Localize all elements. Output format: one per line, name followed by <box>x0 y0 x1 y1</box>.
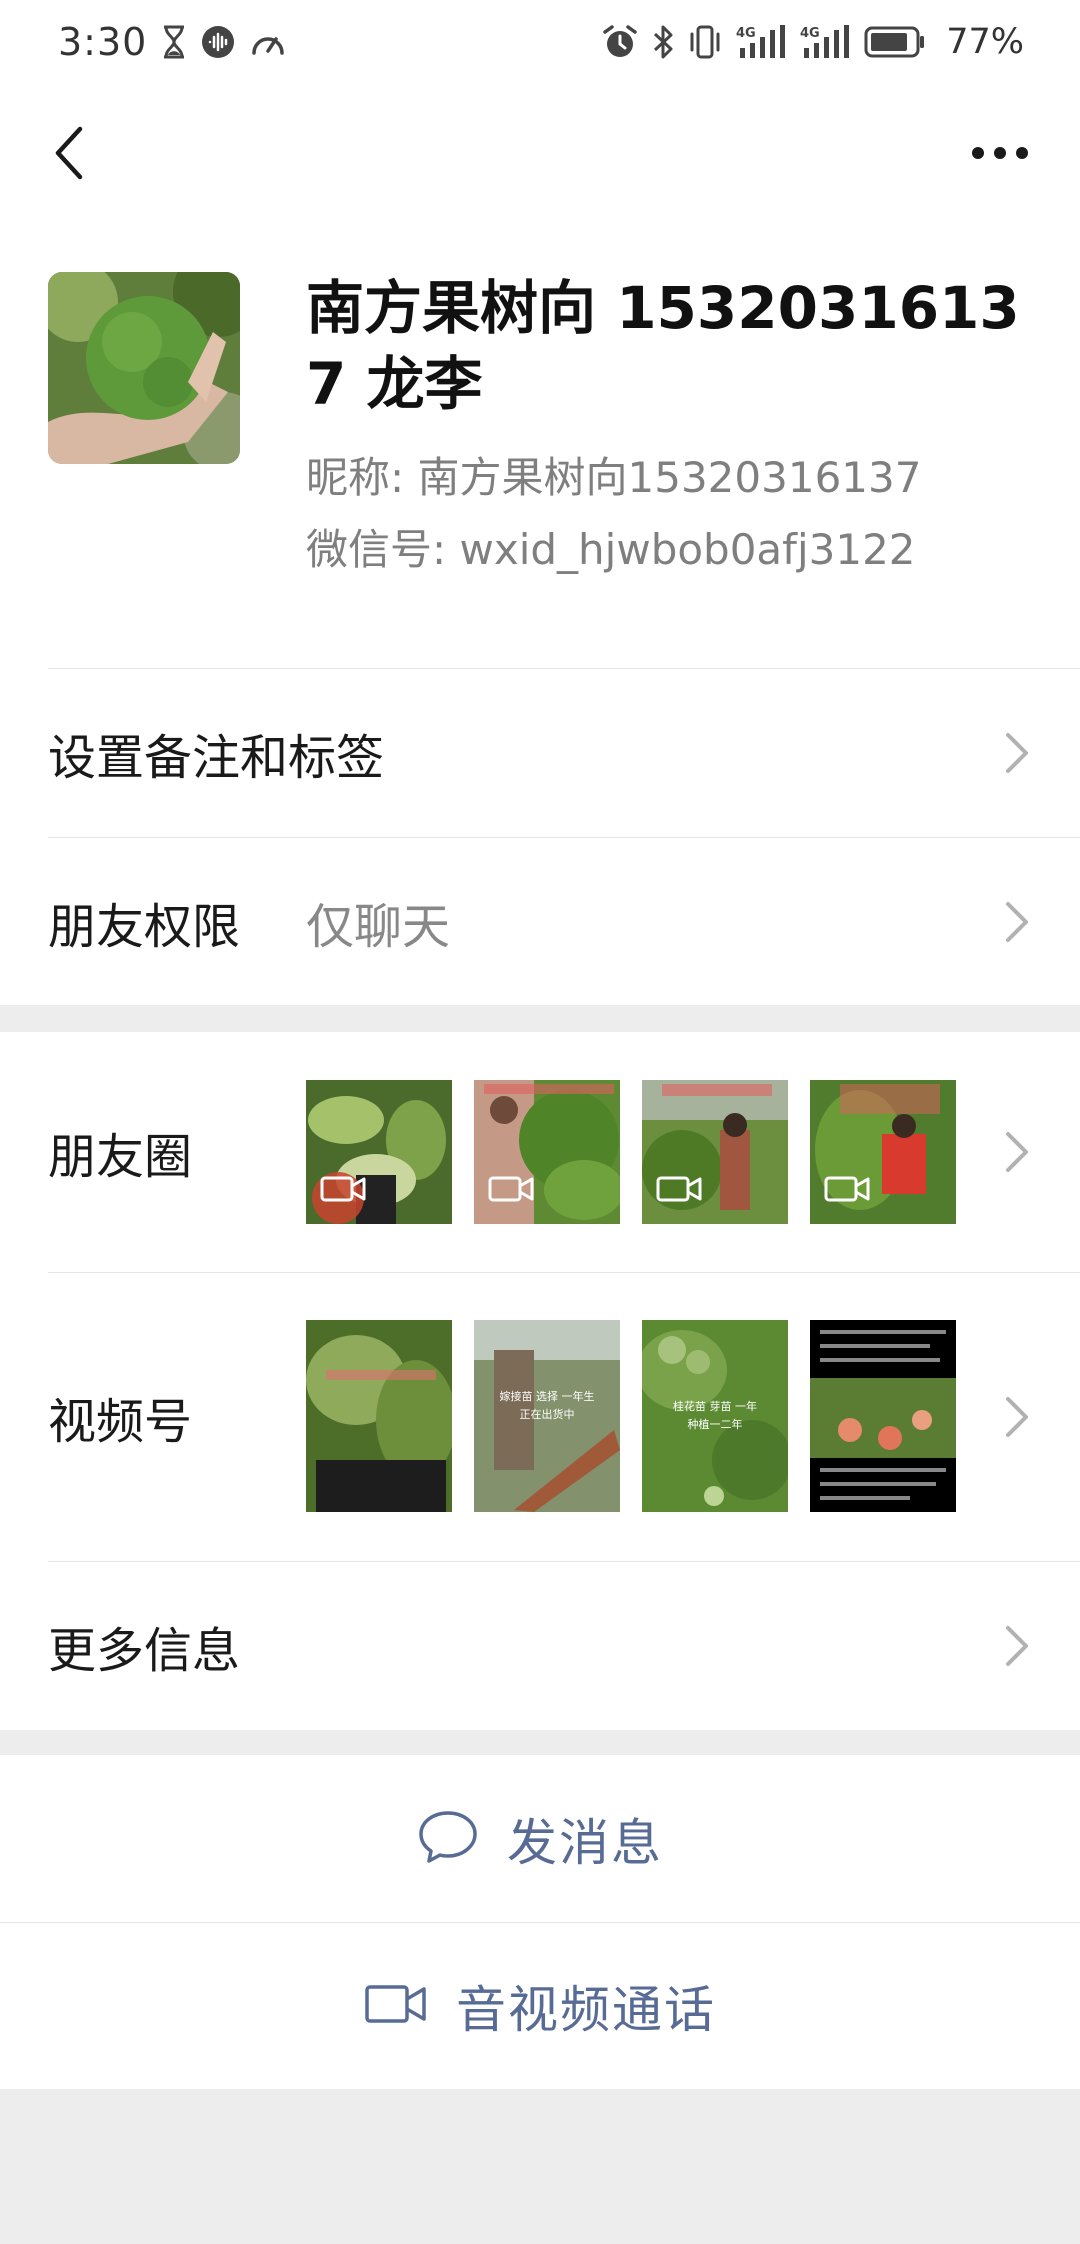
svg-text:桂花苗 芽苗 一年: 桂花苗 芽苗 一年 <box>673 1399 757 1413</box>
moments-thumbnail[interactable] <box>810 1080 956 1224</box>
video-camera-icon <box>488 1174 534 1208</box>
chevron-left-icon <box>50 123 90 187</box>
remark-tags-label: 设置备注和标签 <box>48 730 385 786</box>
battery-percent: 77% <box>946 22 1024 62</box>
status-bar: 3:30 4G 4G 77% <box>0 0 1080 84</box>
bluetooth-icon <box>652 24 674 60</box>
friend-permissions-value: 仅聊天 <box>306 898 451 955</box>
moments-thumbnail[interactable] <box>306 1080 452 1224</box>
top-nav-bar <box>0 100 1080 210</box>
svg-text:种植一二年: 种植一二年 <box>688 1417 743 1431</box>
svg-text:4G: 4G <box>736 26 756 41</box>
channels-thumbnail[interactable] <box>306 1320 452 1512</box>
voice-wave-icon <box>201 25 235 59</box>
channels-thumbnail[interactable]: 嫁接苗 选择 一年生 正在出货中 <box>474 1320 620 1512</box>
wechat-id-label: 微信号: <box>306 525 447 574</box>
moments-thumbnail[interactable] <box>642 1080 788 1224</box>
chat-bubble-icon <box>417 1809 479 1869</box>
signal-4g-icon: 4G <box>800 24 850 60</box>
svg-text:嫁接苗 选择 一年生: 嫁接苗 选择 一年生 <box>500 1389 595 1403</box>
friend-permissions-label: 朋友权限 <box>48 898 241 955</box>
friend-permissions-row[interactable]: 朋友权限 仅聊天 <box>0 838 1080 1005</box>
send-message-button[interactable]: 发消息 <box>0 1755 1080 1923</box>
chevron-right-icon <box>1002 1395 1032 1439</box>
speed-meter-icon <box>249 25 287 59</box>
more-info-label: 更多信息 <box>48 1623 241 1679</box>
nickname-label: 昵称: <box>306 453 405 502</box>
remark-tags-row[interactable]: 设置备注和标签 <box>0 669 1080 837</box>
chevron-right-icon <box>1002 1624 1032 1668</box>
channels-thumbnail[interactable] <box>810 1320 956 1512</box>
contact-profile-page: 3:30 4G 4G 77% 南方果树向 15320316137 龙李 昵称: … <box>0 0 1080 2244</box>
voice-video-call-button[interactable]: 音视频通话 <box>0 1923 1080 2089</box>
battery-icon <box>864 25 926 59</box>
more-options-button[interactable] <box>950 115 1050 195</box>
more-info-row[interactable]: 更多信息 <box>0 1562 1080 1730</box>
moments-thumbnail[interactable] <box>474 1080 620 1224</box>
vibrate-icon <box>688 24 722 60</box>
wechat-id-value: wxid_hjwbob0afj3122 <box>459 525 916 574</box>
video-camera-icon <box>824 1174 870 1208</box>
chevron-right-icon <box>1002 1130 1032 1174</box>
hourglass-icon <box>161 25 187 59</box>
moments-label: 朋友圈 <box>48 1129 193 1185</box>
nickname-line: 昵称: 南方果树向15320316137 <box>306 444 921 505</box>
video-camera-icon <box>320 1174 366 1208</box>
nickname-value: 南方果树向15320316137 <box>417 453 922 502</box>
contact-display-name: 南方果树向 15320316137 龙李 <box>306 274 1020 418</box>
signal-4g-icon: 4G <box>736 24 786 60</box>
voice-video-call-label: 音视频通话 <box>456 1981 716 2039</box>
avatar[interactable] <box>48 272 240 464</box>
wechat-id-line[interactable]: 微信号: wxid_hjwbob0afj3122 <box>306 516 916 577</box>
chevron-right-icon <box>1002 900 1032 944</box>
svg-text:正在出货中: 正在出货中 <box>520 1407 575 1421</box>
channels-thumbnail[interactable]: 桂花苗 芽苗 一年 种植一二年 <box>642 1320 788 1512</box>
more-dots-icon <box>970 145 1030 165</box>
send-message-label: 发消息 <box>507 1814 663 1872</box>
channels-label: 视频号 <box>48 1394 193 1450</box>
video-camera-icon <box>656 1174 702 1208</box>
alarm-icon <box>602 24 638 60</box>
back-button[interactable] <box>30 115 110 195</box>
chevron-right-icon <box>1002 731 1032 775</box>
svg-text:4G: 4G <box>800 26 820 41</box>
video-camera-icon <box>364 1982 428 2030</box>
status-time: 3:30 <box>58 20 148 64</box>
